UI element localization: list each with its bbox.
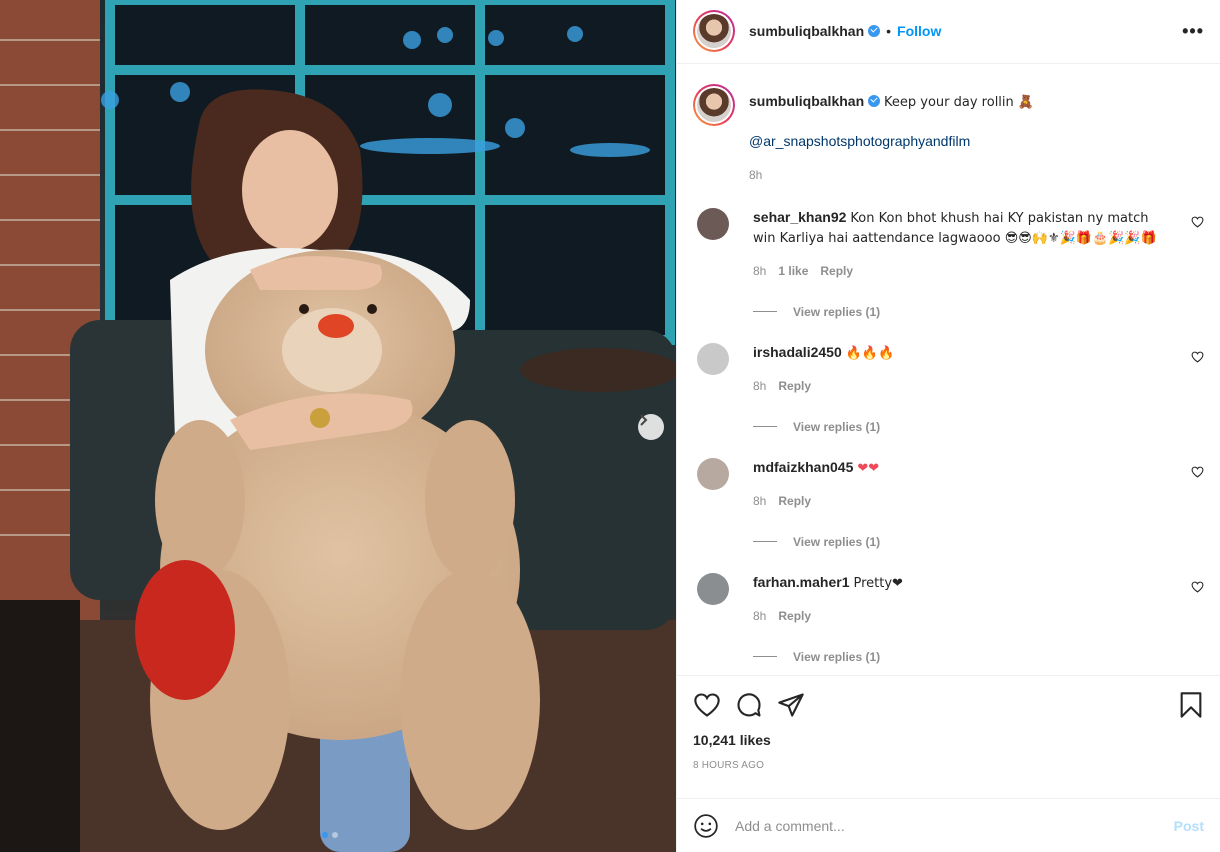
view-replies-line [753, 426, 777, 428]
post-caption: sumbuliqbalkhan Keep your day rollin 🧸 @… [693, 83, 1204, 184]
post-timestamp[interactable]: 8 HOURS AGO [677, 760, 1220, 782]
instagram-post: sumbuliqbalkhan • Follow ••• sumbuliqbal… [0, 0, 1220, 852]
share-icon[interactable] [777, 692, 805, 718]
comment-time[interactable]: 8h [753, 492, 766, 511]
comment-username[interactable]: sehar_khan92 [753, 209, 846, 225]
comment-item: sehar_khan92 Kon Kon bhot khush hai KY pa… [693, 207, 1204, 281]
caption-avatar[interactable] [693, 83, 735, 126]
view-replies-button[interactable]: View replies (1) [753, 535, 1204, 549]
comment-body: sehar_khan92 Kon Kon bhot khush hai KY pa… [753, 208, 1204, 281]
caption-time[interactable]: 8h [749, 166, 1034, 184]
photo-illustration [0, 0, 676, 852]
commenter-avatar[interactable] [697, 342, 729, 375]
next-arrow-icon [640, 414, 648, 426]
comment-body: irshadali2450 🔥🔥🔥 8h Reply [753, 343, 1204, 396]
verified-icon [868, 94, 881, 107]
view-replies-button[interactable]: View replies (1) [753, 650, 1204, 664]
post-header: sumbuliqbalkhan • Follow ••• [677, 0, 1220, 64]
comment-meta: 8h Reply [753, 492, 1164, 511]
add-comment-bar: Post [677, 798, 1220, 852]
bookmark-icon[interactable] [1178, 691, 1204, 719]
comment-body: farhan.maher1 Pretty❤ 8h Reply [753, 573, 1204, 626]
view-replies-line [753, 656, 777, 658]
reply-button[interactable]: Reply [778, 492, 811, 511]
likes-count[interactable]: 10,241 likes [677, 732, 1220, 748]
comment-meta: 8h Reply [753, 377, 1164, 396]
view-replies-button[interactable]: View replies (1) [753, 305, 1204, 319]
view-replies-label: View replies (1) [793, 534, 881, 549]
add-comment-input[interactable] [735, 817, 1174, 834]
commenter-avatar[interactable] [697, 572, 729, 605]
comment-time[interactable]: 8h [753, 377, 766, 396]
comment-icon[interactable] [735, 691, 763, 719]
more-options-icon[interactable]: ••• [1182, 21, 1204, 42]
comment-time[interactable]: 8h [753, 607, 766, 626]
verified-icon [868, 25, 881, 38]
view-replies-button[interactable]: View replies (1) [753, 420, 1204, 434]
view-replies-label: View replies (1) [793, 649, 881, 664]
follow-button[interactable]: Follow [897, 23, 941, 39]
post-sidebar: sumbuliqbalkhan • Follow ••• sumbuliqbal… [676, 0, 1220, 852]
carousel-dot-active [322, 832, 328, 838]
comment-like-heart-icon[interactable] [1191, 216, 1204, 228]
comment-item: irshadali2450 🔥🔥🔥 8h Reply [693, 342, 1204, 396]
comment-like-heart-icon[interactable] [1191, 351, 1204, 363]
comment-username[interactable]: farhan.maher1 [753, 574, 849, 590]
comment-like-heart-icon[interactable] [1191, 581, 1204, 593]
author-avatar[interactable] [693, 10, 735, 53]
commenter-avatar[interactable] [697, 207, 729, 240]
view-replies-line [753, 541, 777, 543]
separator-dot: • [886, 23, 892, 40]
caption-text: Keep your day rollin 🧸 [884, 94, 1035, 110]
carousel-indicator [322, 832, 338, 838]
view-replies-line [753, 311, 777, 313]
post-comment-button[interactable]: Post [1174, 818, 1204, 834]
comment-item: mdfaizkhan045 ❤❤ 8h Reply [693, 457, 1204, 511]
comment-text: Pretty❤ [853, 575, 903, 591]
caption-mention-link[interactable]: @ar_snapshotsphotographyandfilm [749, 132, 1034, 150]
comment-username[interactable]: irshadali2450 [753, 344, 842, 360]
comment-likes-count[interactable]: 1 like [778, 262, 808, 281]
comment-item: farhan.maher1 Pretty❤ 8h Reply [693, 572, 1204, 626]
next-photo-button[interactable] [638, 414, 664, 440]
author-avatar-image [697, 14, 731, 49]
view-replies-label: View replies (1) [793, 304, 881, 319]
author-username[interactable]: sumbuliqbalkhan [749, 23, 864, 39]
reply-button[interactable]: Reply [820, 262, 853, 281]
commenter-avatar[interactable] [697, 457, 729, 490]
caption-avatar-image [697, 87, 731, 122]
comments-section[interactable]: sumbuliqbalkhan Keep your day rollin 🧸 @… [677, 64, 1220, 675]
emoji-icon[interactable] [693, 813, 719, 839]
comment-body: mdfaizkhan045 ❤❤ 8h Reply [753, 458, 1204, 511]
comment-text: 🔥🔥🔥 [845, 345, 895, 361]
caption-text-block: sumbuliqbalkhan Keep your day rollin 🧸 @… [749, 84, 1034, 184]
reply-button[interactable]: Reply [778, 377, 811, 396]
comment-time[interactable]: 8h [753, 262, 766, 281]
comment-text: ❤❤ [857, 460, 880, 476]
comment-username[interactable]: mdfaizkhan045 [753, 459, 853, 475]
heart-icon[interactable] [693, 692, 721, 718]
view-replies-label: View replies (1) [793, 419, 881, 434]
reply-button[interactable]: Reply [778, 607, 811, 626]
carousel-dot [332, 832, 338, 838]
comment-like-heart-icon[interactable] [1191, 466, 1204, 478]
caption-username[interactable]: sumbuliqbalkhan [749, 93, 864, 109]
post-photo[interactable] [0, 0, 676, 852]
comment-meta: 8h 1 like Reply [753, 262, 1164, 281]
comment-meta: 8h Reply [753, 607, 1164, 626]
post-actions-bar [677, 674, 1220, 735]
